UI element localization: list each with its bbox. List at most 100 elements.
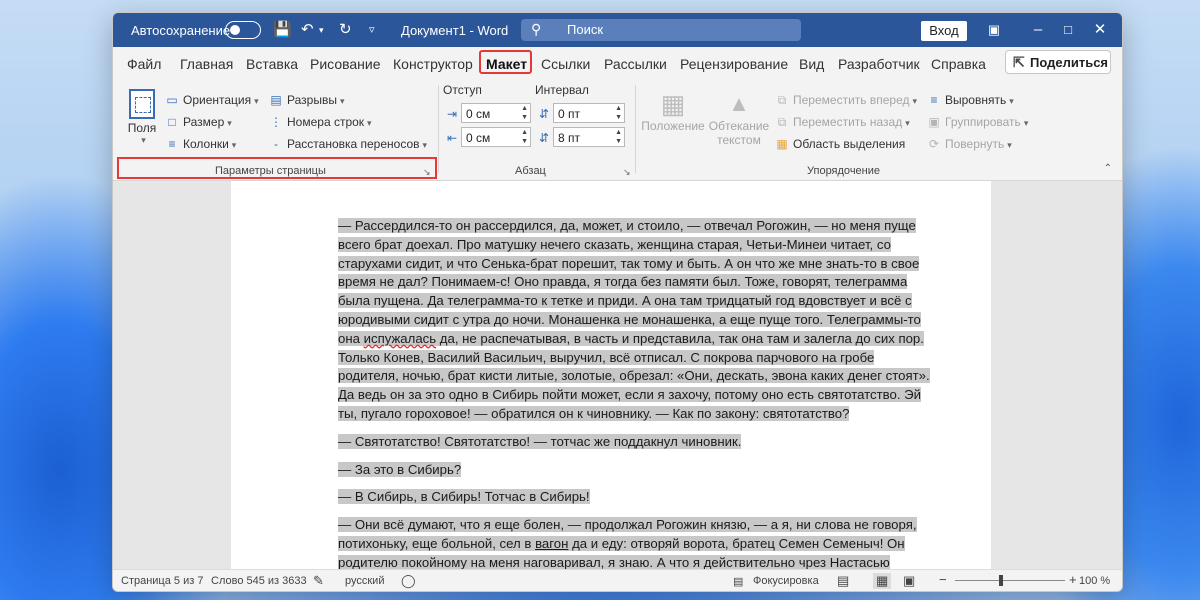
indent-label: Отступ (443, 83, 482, 97)
zoom-level[interactable]: 100 % (1079, 575, 1110, 587)
hyphenation-button[interactable]: ‐ Расстановка переносов ▾ (269, 137, 427, 151)
chevron-down-icon: ▾ (1007, 140, 1012, 150)
size-button[interactable]: □ Размер ▾ (165, 115, 231, 129)
tab-review[interactable]: Рецензирование (680, 56, 788, 72)
size-icon: □ (168, 115, 176, 129)
autosave-toggle[interactable] (225, 21, 261, 39)
tab-design[interactable]: Конструктор (393, 56, 473, 72)
rotate-button[interactable]: ⟳ Повернуть ▾ (927, 137, 1012, 151)
group-button[interactable]: ▣ Группировать ▾ (927, 115, 1028, 129)
tab-file[interactable]: Файл (127, 56, 161, 72)
group-icon: ▣ (928, 115, 940, 129)
send-backward-icon: ⧉ (777, 115, 787, 129)
tab-references[interactable]: Ссылки (541, 56, 590, 72)
columns-label: Колонки (183, 137, 229, 151)
word-count[interactable]: Слово 545 из 3633 (211, 575, 307, 587)
arrange-group-label: Упорядочение (807, 165, 880, 177)
indent-right-value: 0 см (466, 131, 491, 145)
tab-view[interactable]: Вид (799, 56, 824, 72)
zoom-in-icon[interactable]: + (1069, 572, 1077, 587)
ribbon-display-icon[interactable]: ▣ (979, 19, 1009, 41)
hyphenation-icon: ‐ (274, 137, 278, 151)
indent-left-field[interactable]: 0 см ▲ ▼ (461, 103, 531, 123)
orientation-button[interactable]: ▭ Ориентация ▾ (165, 93, 259, 107)
spacing-after-field[interactable]: 8 пт ▲ ▼ (553, 127, 625, 147)
tab-developer[interactable]: Разработчик (838, 56, 920, 72)
proofing-icon[interactable]: ✎ (313, 573, 324, 589)
collapse-ribbon-icon[interactable]: ⌃ (1104, 163, 1112, 174)
wrap-text-label: Обтекание (708, 119, 770, 133)
position-button[interactable]: ▦ Положение (641, 89, 705, 133)
web-layout-icon[interactable]: ▣ (903, 573, 915, 589)
share-label: Поделиться (1030, 55, 1109, 70)
rotate-label: Повернуть (945, 137, 1005, 151)
language[interactable]: русский (345, 575, 384, 587)
breaks-button[interactable]: ▤ Разрывы ▾ (269, 93, 344, 107)
chevron-down-icon: ▾ (1009, 96, 1014, 106)
spinner-arrows-icon[interactable]: ▲ ▼ (615, 104, 622, 122)
spacing-after-value: 8 пт (558, 131, 581, 145)
undo-dropdown-icon[interactable]: ▾ (319, 21, 324, 39)
minimize-icon[interactable]: – (1023, 19, 1053, 41)
wrap-text-button[interactable]: ▲ Обтекание текстом (707, 89, 771, 147)
underlined-word[interactable]: вагон (535, 536, 568, 551)
spinner-arrows-icon[interactable]: ▲ ▼ (615, 128, 622, 146)
signin-button[interactable]: Вход (921, 21, 967, 41)
wrap-text-label-2: текстом (717, 133, 761, 147)
zoom-slider-thumb[interactable] (999, 575, 1004, 586)
spelling-error[interactable]: испужалась (364, 331, 437, 346)
columns-button[interactable]: ≡ Колонки ▾ (165, 137, 236, 151)
margins-button[interactable]: Поля ▾ (125, 89, 159, 146)
read-mode-icon[interactable]: ▤ (837, 573, 849, 589)
orientation-icon: ▭ (166, 93, 178, 107)
customize-toolbar-icon[interactable]: ▿ (369, 21, 375, 39)
tab-home[interactable]: Главная (180, 56, 233, 72)
line-numbers-button[interactable]: ⋮ Номера строк ▾ (269, 115, 372, 129)
selection-pane-button[interactable]: ▦ Область выделения (775, 137, 905, 151)
search-box[interactable]: ⚲ Поиск (521, 19, 801, 41)
share-button[interactable]: ⇱ Поделиться (1005, 50, 1111, 74)
tab-mailings[interactable]: Рассылки (604, 56, 667, 72)
bring-forward-icon: ⧉ (777, 93, 787, 107)
paragraph-launcher-icon[interactable]: ↘ (623, 167, 631, 178)
spinner-arrows-icon[interactable]: ▲ ▼ (521, 104, 528, 122)
align-button[interactable]: ≡ Выровнять ▾ (927, 93, 1014, 107)
zoom-slider[interactable] (955, 580, 1065, 581)
share-icon: ⇱ (1013, 54, 1025, 70)
tab-help[interactable]: Справка (931, 56, 986, 72)
close-icon[interactable]: ✕ (1085, 19, 1115, 41)
save-icon[interactable]: 💾 (273, 21, 292, 39)
spacing-before-field[interactable]: 0 пт ▲ ▼ (553, 103, 625, 123)
text-run: — В Сибирь, в Сибирь! Тотчас в Сибирь! (338, 489, 590, 505)
bring-forward-button[interactable]: ⧉ Переместить вперед ▾ (775, 93, 917, 108)
breaks-icon: ▤ (270, 93, 282, 107)
margins-label: Поля (127, 121, 157, 135)
maximize-icon[interactable]: □ (1053, 19, 1083, 41)
status-bar: Страница 5 из 7 Слово 545 из 3633 ✎ русс… (113, 569, 1122, 591)
spinner-arrows-icon[interactable]: ▲ ▼ (521, 128, 528, 146)
chevron-down-icon: ▾ (231, 140, 237, 150)
accessibility-icon[interactable]: ◯ (401, 573, 416, 589)
columns-icon: ≡ (168, 137, 176, 151)
redo-icon[interactable]: ↻ (339, 21, 352, 39)
align-label: Выровнять (945, 93, 1007, 107)
group-separator (438, 85, 439, 173)
print-layout-icon[interactable]: ▦ (873, 573, 892, 589)
focus-mode-icon[interactable]: ▤ (733, 575, 743, 588)
page-count[interactable]: Страница 5 из 7 (121, 575, 203, 587)
chevron-down-icon: ▾ (141, 135, 146, 145)
zoom-out-icon[interactable]: − (939, 572, 947, 587)
indent-right-field[interactable]: 0 см ▲ ▼ (461, 127, 531, 147)
paragraph-group-label: Абзац (515, 165, 546, 177)
focus-mode[interactable]: Фокусировка (753, 575, 819, 587)
send-backward-button[interactable]: ⧉ Переместить назад ▾ (775, 115, 910, 130)
tab-draw[interactable]: Рисование (310, 56, 381, 72)
chevron-down-icon: ▾ (1023, 118, 1029, 128)
tab-insert[interactable]: Вставка (246, 56, 298, 72)
document-page[interactable]: — Рассердился-то он рассердился, да, мож… (231, 181, 991, 569)
document-text[interactable]: — Рассердился-то он рассердился, да, мож… (338, 217, 938, 569)
undo-icon[interactable]: ↶ (301, 21, 314, 39)
search-icon: ⚲ (531, 21, 542, 37)
chevron-down-icon: ▾ (254, 96, 259, 106)
breaks-label: Разрывы (287, 93, 337, 107)
